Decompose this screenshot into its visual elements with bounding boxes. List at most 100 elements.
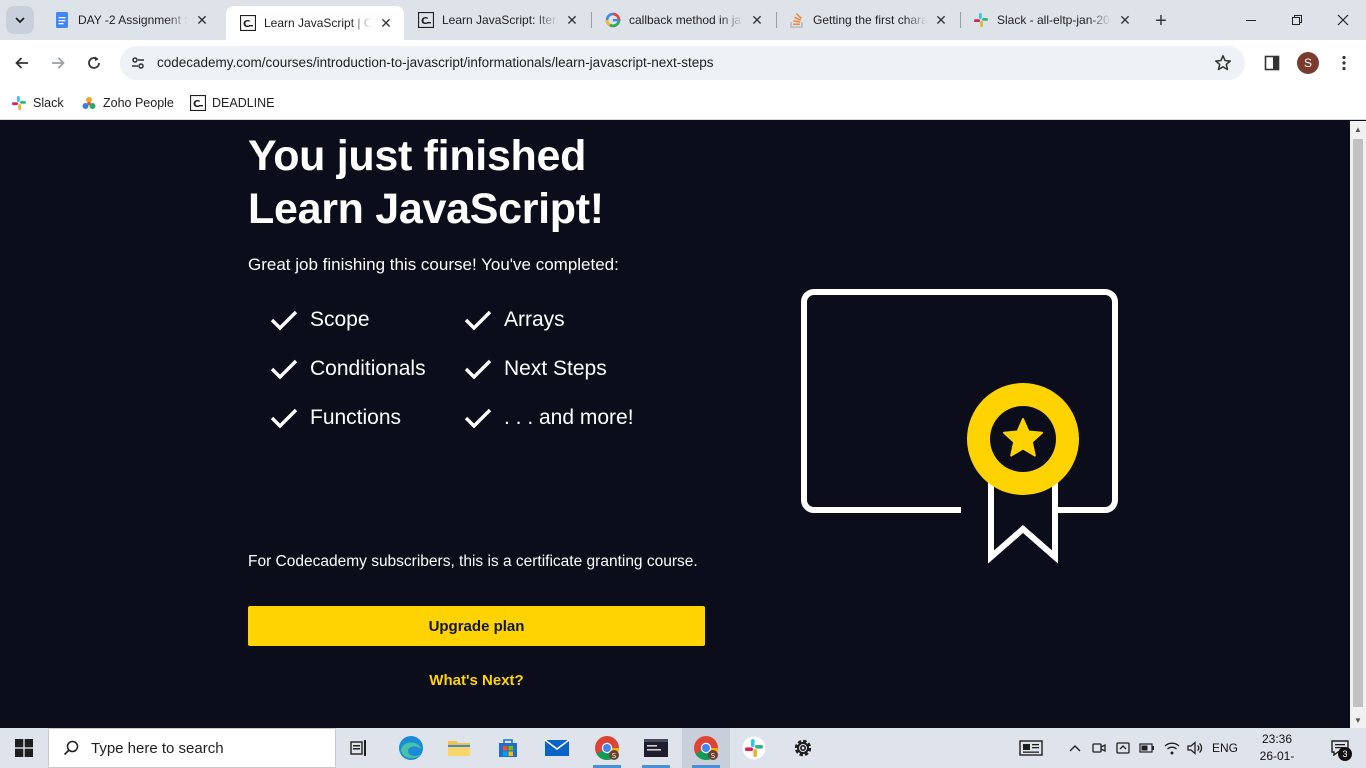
tab-codecademy-iterators[interactable]: C Learn JavaScript: Iterators ✕ [404, 6, 590, 34]
tab-title: Slack - all-eltp-jan-2024 [997, 13, 1111, 27]
google-docs-icon [54, 12, 70, 28]
tab-title: Getting the first character [813, 13, 927, 27]
notification-center-button[interactable]: 3 [1320, 728, 1360, 768]
close-tab-icon[interactable]: ✕ [747, 10, 767, 30]
slack-icon [973, 12, 989, 28]
tab-docs[interactable]: DAY -2 Assignment SQL ✕ [40, 6, 220, 34]
bookmark-slack[interactable]: Slack [11, 92, 64, 114]
close-tab-icon[interactable]: ✕ [1115, 10, 1135, 30]
close-tab-icon[interactable]: ✕ [931, 10, 951, 30]
svg-text:S: S [612, 752, 617, 760]
tab-codecademy-active[interactable]: C Learn JavaScript | Codecademy ✕ [226, 6, 404, 40]
news-widget-icon[interactable] [1012, 728, 1050, 768]
arrow-left-icon [15, 57, 28, 69]
tab-title: Learn JavaScript | Codecademy [264, 16, 372, 30]
minimize-button[interactable] [1228, 0, 1274, 40]
scrollbar-thumb[interactable] [1353, 139, 1363, 707]
topic-label: Conditionals [310, 357, 426, 380]
back-button[interactable] [8, 49, 36, 77]
reload-button[interactable] [80, 49, 108, 77]
tab-search-button[interactable] [6, 6, 34, 34]
more-menu-icon[interactable] [1332, 51, 1356, 75]
tab-slack[interactable]: Slack - all-eltp-jan-2024 ✕ [959, 6, 1143, 34]
page-scrollbar[interactable]: ▲ ▼ [1350, 121, 1366, 728]
close-window-button[interactable] [1320, 0, 1366, 40]
close-tab-icon[interactable]: ✕ [376, 13, 396, 33]
slack-icon [11, 95, 27, 111]
topic-label: Next Steps [504, 357, 607, 380]
forward-button[interactable] [44, 49, 72, 77]
site-info-icon[interactable] [128, 53, 148, 73]
title-line-1: You just finished [248, 132, 587, 180]
side-panel-icon[interactable] [1260, 51, 1284, 75]
svg-text:S: S [711, 752, 716, 760]
meet-now-icon[interactable] [1088, 728, 1110, 768]
browser-toolbar: codecademy.com/courses/introduction-to-j… [0, 40, 1366, 86]
address-bar[interactable]: codecademy.com/courses/introduction-to-j… [120, 46, 1245, 80]
tab-google-search[interactable]: callback method in javascript ✕ [591, 6, 775, 34]
taskbar-mail[interactable] [533, 728, 581, 768]
chrome-icon: S [595, 736, 619, 761]
zoho-people-icon [81, 95, 97, 111]
avatar[interactable]: S [1297, 52, 1319, 74]
google-icon [605, 12, 621, 28]
taskbar-chrome-profile-1[interactable]: S [583, 728, 631, 768]
reload-icon [88, 56, 100, 69]
stackoverflow-icon [789, 12, 805, 28]
taskbar-edge[interactable] [387, 728, 435, 768]
new-tab-button[interactable]: + [1148, 8, 1174, 34]
close-tab-icon[interactable]: ✕ [192, 10, 212, 30]
terminal-icon [644, 739, 668, 757]
taskbar-terminal-app[interactable] [632, 728, 680, 768]
taskbar-settings[interactable] [779, 728, 827, 768]
close-tab-icon[interactable]: ✕ [562, 10, 582, 30]
svg-text:C: C [243, 19, 250, 30]
url-text[interactable]: codecademy.com/courses/introduction-to-j… [157, 55, 713, 70]
task-view-icon [350, 740, 366, 756]
arrow-right-icon [52, 57, 65, 69]
bookmark-star-icon[interactable] [1213, 53, 1233, 73]
search-icon [63, 740, 79, 756]
notification-count-badge: 3 [1338, 747, 1352, 761]
bookmark-zoho-people[interactable]: Zoho People [81, 92, 174, 114]
chevron-down-icon [15, 17, 25, 24]
tab-stackoverflow[interactable]: Getting the first character ✕ [775, 6, 959, 34]
scroll-up-icon[interactable]: ▲ [1350, 121, 1366, 137]
taskbar-slack[interactable] [730, 728, 778, 768]
upgrade-plan-button[interactable]: Upgrade plan [248, 606, 705, 646]
taskbar-file-explorer[interactable] [435, 728, 483, 768]
battery-icon[interactable] [1136, 728, 1158, 768]
taskbar-search-box[interactable]: Type here to search [48, 728, 336, 768]
bookmarks-bar: Slack Zoho People C DEADLINE [0, 86, 1366, 120]
language-indicator[interactable]: ENG [1208, 728, 1242, 768]
show-hidden-icons-icon[interactable] [1064, 728, 1086, 768]
bookmark-deadline[interactable]: C DEADLINE [190, 92, 275, 114]
tab-title: Learn JavaScript: Iterators [442, 13, 558, 27]
volume-icon[interactable] [1184, 728, 1206, 768]
minimize-icon [1246, 20, 1256, 21]
wifi-icon[interactable] [1160, 728, 1184, 768]
topic-item: . . . and more! [464, 402, 664, 434]
taskbar-clock[interactable]: 23:36 26-01-2024 [1248, 731, 1306, 768]
title-line-2: Learn JavaScript! [248, 185, 604, 233]
task-view-button[interactable] [336, 728, 384, 768]
certificate-note: For Codecademy subscribers, this is a ce… [248, 553, 698, 570]
codecademy-icon: C [190, 95, 206, 111]
mail-icon [544, 739, 570, 756]
start-button[interactable] [0, 728, 48, 768]
completed-topics-list: Scope Arrays Conditionals Next Steps Fun… [270, 304, 690, 434]
windows-logo-icon [15, 739, 33, 757]
taskbar-microsoft-store[interactable] [484, 728, 532, 768]
checkmark-icon [464, 308, 494, 332]
whats-next-link[interactable]: What's Next? [248, 672, 705, 689]
update-icon[interactable] [1112, 728, 1134, 768]
taskbar-chrome-active[interactable]: S [682, 728, 730, 768]
restore-button[interactable] [1274, 0, 1320, 40]
checkmark-icon [270, 406, 300, 430]
topic-label: Functions [310, 406, 402, 429]
clock-time: 23:36 [1261, 732, 1293, 746]
scroll-down-icon[interactable]: ▼ [1350, 712, 1366, 728]
topic-label: Arrays [504, 308, 565, 331]
page-title: You just finished Learn JavaScript! [248, 130, 768, 236]
course-complete-page: You just finished Learn JavaScript! Grea… [0, 121, 1350, 728]
